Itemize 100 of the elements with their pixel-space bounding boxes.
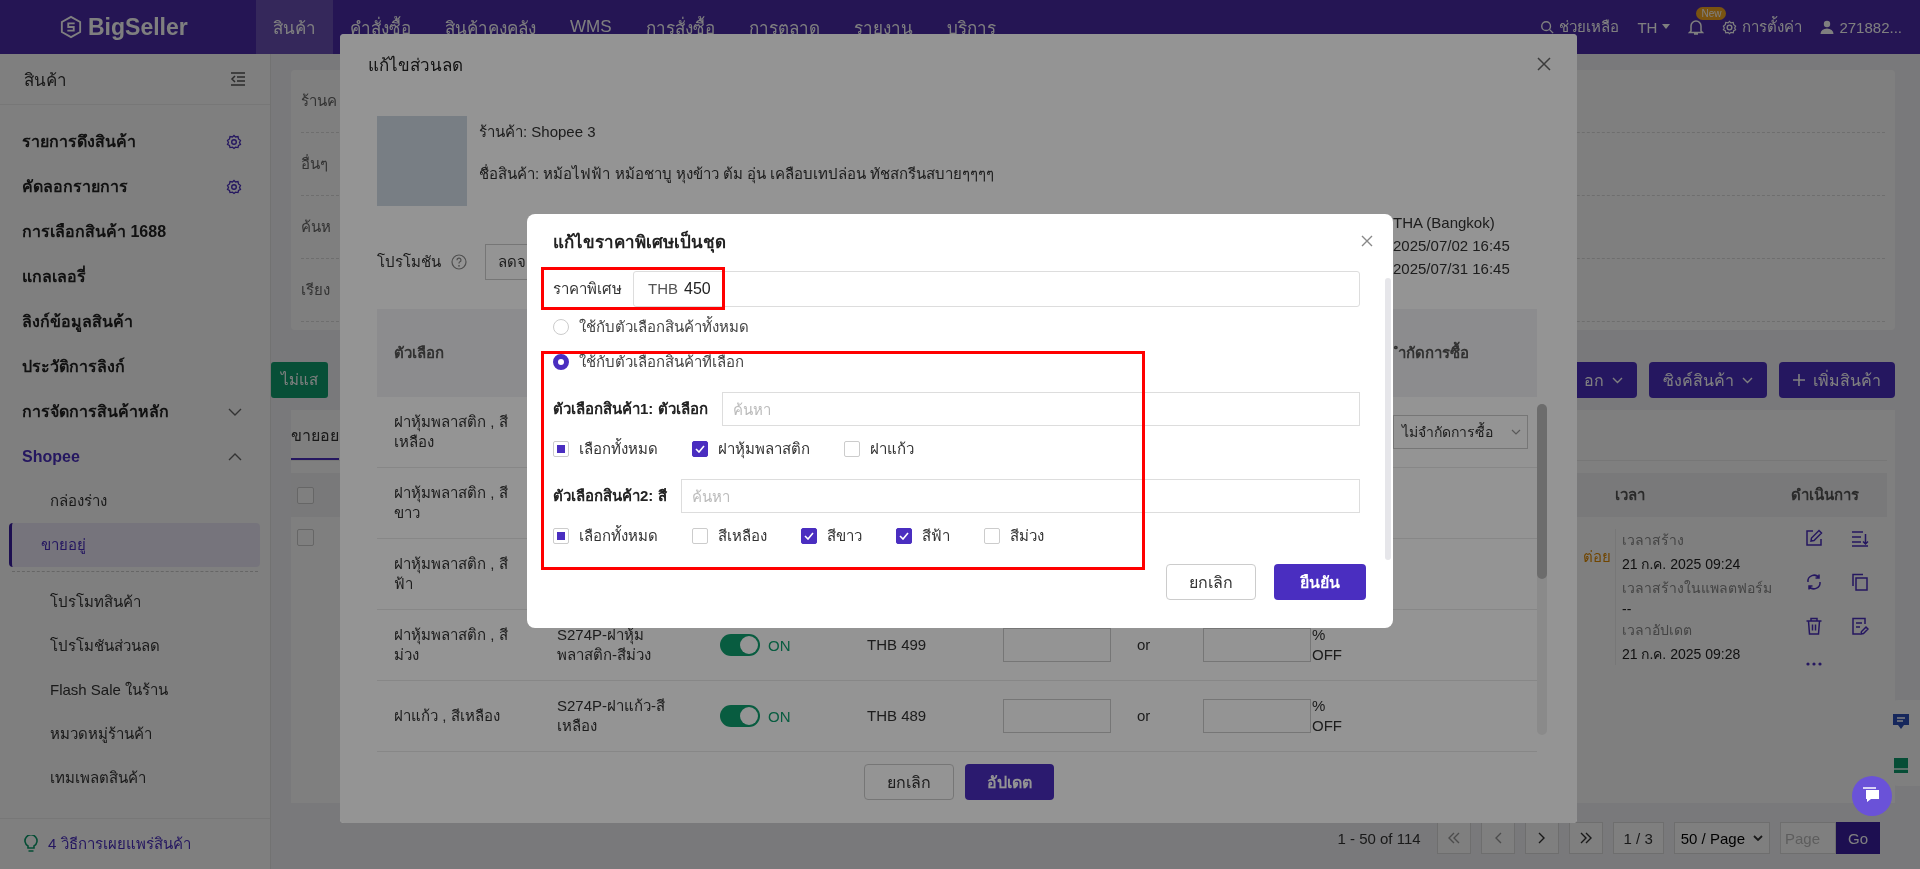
checkbox-label: สีม่วง	[1010, 526, 1044, 546]
scrollbar-thumb[interactable]	[1537, 404, 1547, 579]
sidebar-subitem[interactable]: ขายอยู่	[9, 523, 260, 567]
column-header: ตัวเลือก	[393, 343, 445, 363]
sidebar-item[interactable]: ลิงก์ข้อมูลสินค้า	[0, 299, 270, 344]
sidebar-item[interactable]: ประวัติการลิงก์	[0, 344, 270, 389]
toggle-switch[interactable]	[720, 705, 760, 727]
filter-label: อื่นๆ	[301, 153, 328, 174]
help-icon[interactable]	[451, 253, 467, 270]
settings-icon[interactable]	[226, 178, 242, 195]
page-indicator: 1 / 3	[1612, 822, 1664, 854]
confirm-button[interactable]: ยืนยัน	[1274, 564, 1366, 600]
sidebar-item[interactable]: รายการดึงสินค้า	[0, 119, 270, 164]
language-dropdown[interactable]: TH	[1637, 18, 1671, 36]
sidebar-item[interactable]: การเลือกสินค้า 1688	[0, 209, 270, 254]
close-icon[interactable]	[1537, 57, 1551, 71]
variant-group-label: ตัวเลือกสินค้า2: สี	[553, 486, 667, 506]
toggle-switch[interactable]	[720, 634, 760, 656]
nav-tab[interactable]: สินค้าคงคลัง	[428, 0, 553, 54]
sidebar-item[interactable]: การจัดการสินค้าหลัก	[0, 389, 270, 434]
price-input[interactable]	[1003, 628, 1111, 662]
more-icon[interactable]	[1805, 661, 1823, 667]
time-label: เวลาอัปเดต	[1622, 621, 1693, 640]
caret-icon	[1753, 835, 1763, 841]
chat-button[interactable]	[1852, 776, 1892, 816]
bell-icon[interactable]	[1688, 18, 1705, 36]
checkbox-label: เลือกทั้งหมด	[579, 437, 658, 459]
book-icon[interactable]	[1892, 755, 1910, 774]
filter-button[interactable]: ไม่แส	[271, 362, 328, 398]
price-field[interactable]: THB 450	[633, 270, 1360, 307]
chevron-down-icon[interactable]	[228, 407, 242, 416]
sidebar-title: สินค้า	[24, 69, 67, 92]
column-header: ำกัดการซื้อ	[1393, 341, 1537, 365]
new-badge: New	[1696, 6, 1727, 20]
next-page-button[interactable]	[1524, 822, 1559, 854]
caret-icon	[1662, 24, 1671, 30]
checkbox[interactable]	[896, 528, 912, 544]
nav-tab[interactable]: การตลาด	[731, 0, 837, 54]
sidebar-subitem[interactable]: กล่องร่าง	[9, 479, 260, 523]
dialog-title: แก้ไขราคาพิเศษเป็นชุด	[553, 229, 726, 255]
toolbar-button[interactable]: ซิงค์สินค้า	[1649, 362, 1767, 398]
refresh-icon[interactable]	[1805, 573, 1823, 591]
logo-icon	[60, 15, 82, 39]
nav-tab[interactable]: บริการ	[929, 0, 1013, 54]
purchase-limit-select[interactable]: ไม่จำกัดการซื้อ	[1393, 415, 1528, 449]
nav-tab[interactable]: การสั่งซื้อ	[628, 0, 732, 54]
cancel-button[interactable]: ยกเลิก	[863, 764, 954, 800]
user-menu[interactable]: 271882...	[1820, 18, 1902, 36]
check-icon	[804, 532, 814, 540]
chevron-up-icon[interactable]	[228, 452, 242, 461]
settings-icon	[1722, 19, 1738, 35]
nav-tab[interactable]: รายงาน	[836, 0, 930, 54]
previous-page-button[interactable]	[1480, 822, 1515, 854]
pagination-summary: 1 - 50 of 114	[1337, 829, 1421, 847]
sidebar-subitem[interactable]: Flash Sale ในร้าน	[9, 668, 260, 712]
chevron-left-icon	[1493, 832, 1502, 844]
double-chevron-right-icon	[1578, 832, 1593, 844]
variant-cell-text: ฝาหุ้มพลาสติก , สีฟ้า	[393, 553, 509, 594]
nav-tab[interactable]: คำสั่งซื้อ	[333, 0, 428, 54]
nav-tab[interactable]: WMS	[553, 0, 629, 54]
percent-input[interactable]	[1203, 628, 1311, 662]
search-field[interactable]: ค้นหา	[721, 392, 1360, 426]
tip-link[interactable]: 4 วิธีการเผยแพร่สินค้า	[48, 832, 191, 856]
first-page-button[interactable]	[1436, 822, 1471, 854]
percent-unit: % OFF	[1311, 695, 1343, 736]
sidebar-subitem[interactable]: หมวดหมู่ร้านค้า	[9, 712, 260, 756]
trash-icon[interactable]	[1805, 617, 1823, 635]
toggle-label: ON	[768, 636, 791, 654]
sidebar-subitem[interactable]: โปรโมชันส่วนลด	[9, 624, 260, 668]
sidebar-item[interactable]: แกลเลอรี่	[0, 254, 270, 299]
note-edit-icon[interactable]	[1851, 617, 1869, 635]
help-link[interactable]: ช่วยเหลือ	[1540, 15, 1620, 39]
or-text: or	[1136, 634, 1152, 655]
percent-input[interactable]	[1203, 699, 1311, 733]
collapse-icon[interactable]	[230, 72, 246, 86]
edit-icon[interactable]	[1805, 529, 1823, 547]
toolbar-button[interactable]: เพิ่มสินค้า	[1779, 362, 1895, 398]
chevron-down-icon	[1612, 376, 1623, 384]
cancel-button[interactable]: ยกเลิก	[1166, 564, 1256, 600]
sidebar-subitem[interactable]: เทมเพลตสินค้า	[9, 756, 260, 800]
go-button[interactable]: Go	[1836, 822, 1880, 854]
filter-label: ร้านค	[301, 91, 337, 111]
last-page-button[interactable]	[1568, 822, 1603, 854]
sidebar-item[interactable]: Shopee	[0, 434, 270, 479]
variant-group-label: ตัวเลือกสินค้า1: ตัวเลือก	[553, 399, 708, 419]
price-input[interactable]	[1003, 699, 1111, 733]
sidebar-item[interactable]: คัดลอกรายการ	[0, 164, 270, 209]
search-field[interactable]: ค้นหา	[680, 479, 1360, 513]
list-sort-icon[interactable]	[1851, 529, 1869, 547]
checkbox[interactable]	[801, 528, 817, 544]
settings-icon[interactable]	[226, 133, 242, 150]
page-size-select[interactable]: 50 / Page	[1673, 822, 1770, 854]
checkbox[interactable]	[692, 441, 708, 457]
double-chevron-left-icon	[1446, 832, 1461, 844]
sidebar-subitem[interactable]: โปรโมทสินค้า	[9, 580, 260, 624]
update-button[interactable]: อัปเดต	[964, 764, 1054, 800]
message-icon[interactable]	[1892, 712, 1910, 731]
check-icon	[695, 445, 705, 453]
close-icon[interactable]	[1361, 235, 1373, 247]
copy-icon[interactable]	[1851, 573, 1869, 591]
